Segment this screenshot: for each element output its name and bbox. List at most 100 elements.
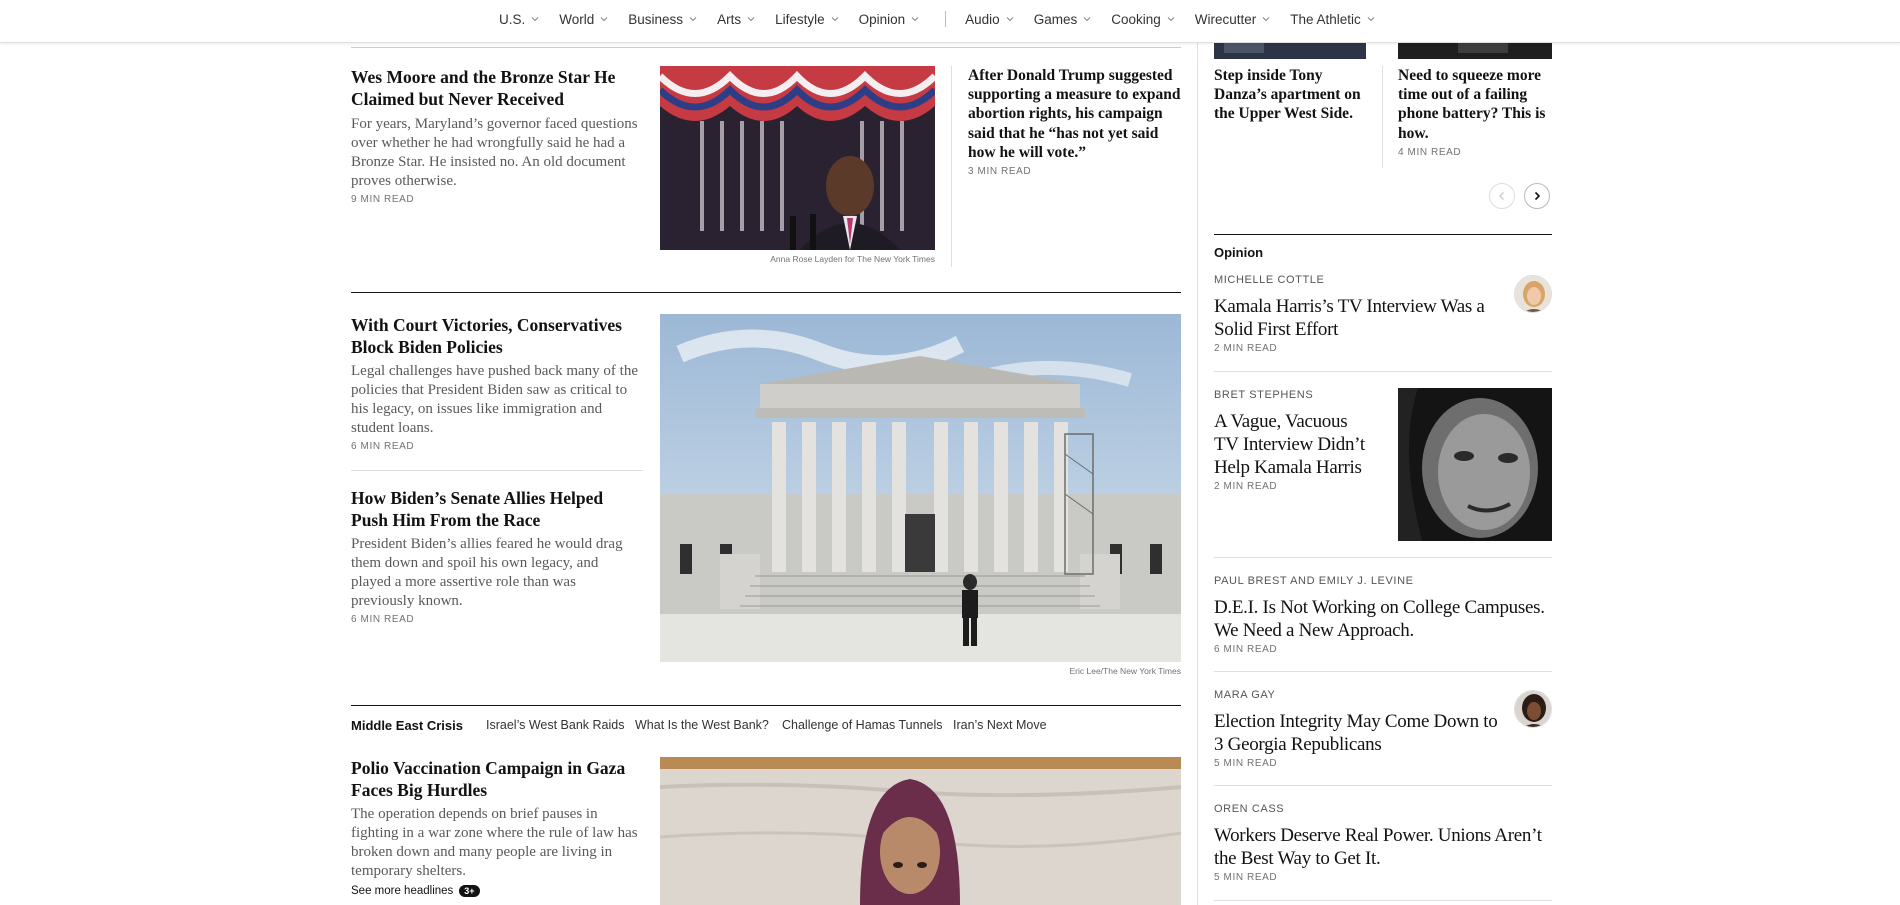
section-label-middle-east[interactable]: Middle East Crisis <box>351 718 463 733</box>
nav-item-us[interactable]: U.S. <box>499 12 540 27</box>
story-image-supreme-court[interactable] <box>660 314 1181 662</box>
story-headline[interactable]: With Court Victories, Conservatives Bloc… <box>351 314 641 358</box>
opinion-author[interactable]: BRET STEPHENS <box>1214 389 1313 401</box>
nav-item-arts[interactable]: Arts <box>717 12 756 27</box>
nav-item-audio[interactable]: Audio <box>965 12 1015 27</box>
column-divider <box>1197 43 1198 905</box>
divider <box>1214 557 1552 558</box>
read-time: 6 MIN READ <box>351 614 415 625</box>
opinion-author[interactable]: MARA GAY <box>1214 689 1275 701</box>
read-time: 2 MIN READ <box>1214 343 1278 354</box>
nav-item-wirecutter[interactable]: Wirecutter <box>1195 12 1272 27</box>
carousel-next-button[interactable] <box>1524 183 1550 209</box>
nav-item-label: Business <box>628 11 684 27</box>
story-divider <box>951 66 952 267</box>
story-summary: Legal challenges have pushed back many o… <box>351 363 638 436</box>
opinion-headline[interactable]: A Vague, Vacuous TV Interview Didn’t Hel… <box>1214 410 1374 479</box>
nav-divider <box>945 11 947 27</box>
chevron-down-icon <box>747 17 755 22</box>
chevron-down-icon <box>1367 17 1375 22</box>
chevron-left-icon <box>1499 192 1504 200</box>
story-headline[interactable]: After Donald Trump suggested supporting … <box>968 66 1183 162</box>
opinion-headline[interactable]: Workers Deserve Real Power. Unions Aren’… <box>1214 824 1549 870</box>
read-time: 6 MIN READ <box>351 441 415 452</box>
nav-item-label: Audio <box>965 11 1000 27</box>
opinion-author[interactable]: MICHELLE COTTLE <box>1214 274 1324 286</box>
story-headline[interactable]: Need to squeeze more time out of a faili… <box>1398 66 1552 143</box>
nav-items: U.S. World Business Arts Lifestyle Opini… <box>499 0 1395 38</box>
nav-item-label: Games <box>1033 11 1078 27</box>
image-phone-battery[interactable] <box>1398 43 1552 59</box>
avatar <box>1514 690 1552 728</box>
story-headline[interactable]: How Biden’s Senate Allies Helped Push Hi… <box>351 487 641 531</box>
read-time: 5 MIN READ <box>1214 872 1278 883</box>
opinion-headline[interactable]: Kamala Harris’s TV Interview Was a Solid… <box>1214 295 1504 341</box>
nav-item-label: Arts <box>717 11 742 27</box>
story-divider <box>1382 66 1383 168</box>
photo-credit: Anna Rose Layden for The New York Times <box>770 254 935 264</box>
section-nav: U.S. World Business Arts Lifestyle Opini… <box>0 0 1900 43</box>
see-more-headlines[interactable]: See more headlines 3+ <box>351 885 480 897</box>
story-headline[interactable]: Polio Vaccination Campaign in Gaza Faces… <box>351 757 641 801</box>
headline-count-badge: 3+ <box>459 885 480 897</box>
nav-item-business[interactable]: Business <box>628 12 698 27</box>
divider <box>1214 371 1552 372</box>
avatar <box>1514 275 1552 313</box>
story-headline[interactable]: Step inside Tony Danza’s apartment on th… <box>1214 66 1374 124</box>
chevron-down-icon <box>831 17 838 22</box>
opinion-author[interactable]: PAUL BREST AND EMILY J. LEVINE <box>1214 575 1414 587</box>
nav-item-lifestyle[interactable]: Lifestyle <box>775 12 840 27</box>
section-divider <box>351 292 1181 293</box>
read-time: 5 MIN READ <box>1214 758 1278 769</box>
topic-link[interactable]: Challenge of Hamas Tunnels <box>782 718 943 732</box>
read-time: 6 MIN READ <box>1214 644 1278 655</box>
nav-item-opinion[interactable]: Opinion <box>859 12 921 27</box>
story-image-gaza[interactable] <box>660 757 1181 905</box>
story-image-wes-moore[interactable] <box>660 66 935 250</box>
nav-item-label: U.S. <box>499 11 526 27</box>
chevron-right-icon <box>1534 191 1541 201</box>
nav-item-cooking[interactable]: Cooking <box>1111 12 1176 27</box>
nav-item-world[interactable]: World <box>559 12 609 27</box>
carousel-prev-button[interactable] <box>1489 183 1515 209</box>
chevron-down-icon <box>600 17 608 22</box>
chevron-down-icon <box>1167 17 1175 22</box>
nav-item-label: The Athletic <box>1290 11 1361 27</box>
topic-link[interactable]: Israel’s West Bank Raids <box>486 718 624 732</box>
nav-item-label: Lifestyle <box>775 11 825 27</box>
opinion-author[interactable]: OREN CASS <box>1214 803 1284 815</box>
section-label-opinion[interactable]: Opinion <box>1214 245 1263 260</box>
section-divider <box>1214 234 1552 235</box>
photo-supreme-court <box>660 314 1181 662</box>
nav-item-label: Wirecutter <box>1194 11 1257 27</box>
read-time: 3 MIN READ <box>968 166 1032 177</box>
section-divider <box>351 705 1181 706</box>
nav-item-label: World <box>559 11 595 27</box>
opinion-image-kamala-harris[interactable] <box>1398 388 1552 541</box>
read-time: 2 MIN READ <box>1214 481 1278 492</box>
photo-battery <box>1398 43 1552 59</box>
topic-link[interactable]: What Is the West Bank? <box>635 718 769 732</box>
divider <box>1214 671 1552 672</box>
photo-wes-moore <box>660 66 935 250</box>
divider <box>351 47 1181 48</box>
chevron-down-icon <box>531 17 539 22</box>
see-more-label: See more headlines <box>351 885 454 897</box>
story-summary: The operation depends on brief pauses in… <box>351 806 638 879</box>
topic-link[interactable]: Iran’s Next Move <box>953 718 1047 732</box>
read-time: 4 MIN READ <box>1398 147 1462 158</box>
chevron-down-icon <box>1006 17 1014 22</box>
nav-item-the-athletic[interactable]: The Athletic <box>1290 12 1376 27</box>
divider <box>1214 785 1552 786</box>
image-tony-danza[interactable] <box>1214 43 1366 59</box>
nav-item-label: Cooking <box>1111 11 1161 27</box>
story-divider <box>351 470 643 471</box>
opinion-headline[interactable]: Election Integrity May Come Down to 3 Ge… <box>1214 710 1504 756</box>
read-time: 9 MIN READ <box>351 194 415 205</box>
opinion-headline[interactable]: D.E.I. Is Not Working on College Campuse… <box>1214 596 1549 642</box>
story-headline[interactable]: Wes Moore and the Bronze Star He Claimed… <box>351 66 641 110</box>
chevron-down-icon <box>1262 17 1270 22</box>
author-photo <box>1515 276 1551 312</box>
nav-item-games[interactable]: Games <box>1034 12 1093 27</box>
photo-apartment <box>1214 43 1366 59</box>
